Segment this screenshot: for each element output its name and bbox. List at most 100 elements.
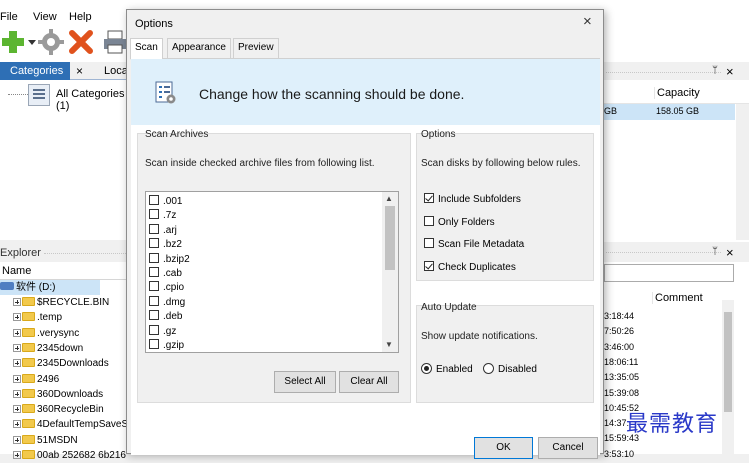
option-checkbox[interactable] xyxy=(424,238,434,248)
tree-folder[interactable]: 360RecycleBin xyxy=(13,402,104,417)
archive-label: .gz xyxy=(163,325,177,337)
scroll-down-icon[interactable]: ▼ xyxy=(385,340,393,349)
archive-item[interactable]: .gzip xyxy=(149,338,184,352)
archive-item[interactable]: .bzip2 xyxy=(149,252,190,266)
close-icon[interactable]: × xyxy=(76,64,83,78)
archive-item[interactable]: .cpio xyxy=(149,280,184,294)
tab-scan[interactable]: Scan xyxy=(130,38,163,60)
radio-disabled-circle[interactable] xyxy=(483,363,494,374)
tree-folder[interactable]: 2496 xyxy=(13,372,59,387)
tree-folder[interactable]: 2345Downloads xyxy=(13,356,109,371)
column-header[interactable]: Capacity xyxy=(604,84,749,104)
archive-checkbox[interactable] xyxy=(149,339,159,349)
archive-list-scrollbar[interactable]: ▲ ▼ xyxy=(382,192,398,352)
archive-item[interactable]: .bz2 xyxy=(149,237,182,251)
archive-checkbox[interactable] xyxy=(149,295,159,306)
options-title: Options xyxy=(421,129,456,140)
ok-button[interactable]: OK xyxy=(474,437,533,459)
column-capacity[interactable]: Capacity xyxy=(654,87,700,99)
folder-label: 2345down xyxy=(37,342,84,354)
option-checkbox-row[interactable]: Only Folders xyxy=(424,215,495,229)
pin-icon[interactable]: ᛘ xyxy=(712,246,718,257)
printer-icon[interactable] xyxy=(102,29,128,55)
scan-archives-description: Scan inside checked archive files from f… xyxy=(145,158,375,169)
radio-disabled[interactable]: Disabled xyxy=(483,361,537,375)
expand-icon[interactable] xyxy=(13,435,21,444)
tree-folder[interactable]: 2345down xyxy=(13,341,83,356)
close-icon[interactable]: × xyxy=(726,64,734,79)
chevron-down-icon[interactable] xyxy=(28,40,36,46)
radio-disabled-label: Disabled xyxy=(498,364,537,375)
add-icon[interactable] xyxy=(0,29,26,55)
tree-folder[interactable]: 51MSDN xyxy=(13,433,78,448)
option-checkbox[interactable] xyxy=(424,193,434,203)
column-name[interactable]: Name xyxy=(0,262,128,280)
option-checkbox-row[interactable]: Include Subfolders xyxy=(424,192,521,206)
radio-enabled[interactable]: Enabled xyxy=(421,361,473,375)
tab-locations[interactable]: Loca xyxy=(104,65,128,77)
archive-checkbox[interactable] xyxy=(149,209,159,220)
pin-icon[interactable]: ᛘ xyxy=(712,65,718,76)
option-checkbox-row[interactable]: Check Duplicates xyxy=(424,260,516,274)
scrollbar-thumb[interactable] xyxy=(385,206,395,270)
archive-item[interactable]: .arj xyxy=(149,223,177,237)
expand-icon[interactable] xyxy=(13,420,21,429)
option-label: Only Folders xyxy=(438,216,495,228)
tab-appearance[interactable]: Appearance xyxy=(167,38,231,58)
clear-all-button[interactable]: Clear All xyxy=(339,371,399,393)
scrollbar-thumb[interactable] xyxy=(724,312,732,412)
archive-checkbox[interactable] xyxy=(149,310,159,321)
time-cell: 3:46:00 xyxy=(604,341,635,352)
archive-checkbox[interactable] xyxy=(149,223,159,234)
tree-folder[interactable]: 4DefaultTempSaveSca xyxy=(13,417,139,432)
archive-checkbox[interactable] xyxy=(149,267,159,277)
table-row[interactable]: GB 158.05 GB xyxy=(604,104,735,120)
expand-icon[interactable] xyxy=(13,374,21,383)
archive-item[interactable]: .001 xyxy=(149,194,182,208)
archive-item[interactable]: .deb xyxy=(149,309,182,323)
expand-icon[interactable] xyxy=(13,389,21,398)
expand-icon[interactable] xyxy=(13,313,21,322)
archive-item[interactable]: .cab xyxy=(149,266,182,280)
column-comment[interactable]: Comment xyxy=(652,292,703,304)
tree-folder[interactable]: .verysync xyxy=(13,326,79,341)
tree-folder[interactable]: 360Downloads xyxy=(13,387,103,402)
tree-folder[interactable]: 00ab 252682 6b216 xyxy=(13,448,126,463)
archive-item[interactable]: .7z xyxy=(149,208,176,222)
cancel-button[interactable]: Cancel xyxy=(538,437,598,459)
scrollbar[interactable] xyxy=(736,104,749,240)
option-checkbox-row[interactable]: Scan File Metadata xyxy=(424,237,524,251)
close-icon[interactable]: × xyxy=(583,13,592,30)
archive-checkbox[interactable] xyxy=(149,195,159,205)
tab-preview[interactable]: Preview xyxy=(233,38,279,58)
tab-categories[interactable]: Categories xyxy=(0,62,70,80)
archive-checkbox[interactable] xyxy=(149,252,159,263)
expand-icon[interactable] xyxy=(13,328,21,337)
archive-item[interactable]: .gz xyxy=(149,324,176,338)
archive-checkbox[interactable] xyxy=(149,238,159,249)
expand-icon[interactable] xyxy=(13,359,21,368)
option-checkbox[interactable] xyxy=(424,260,434,271)
close-icon[interactable]: × xyxy=(726,245,734,260)
tree-drive[interactable]: 软件 (D:) xyxy=(0,280,100,295)
expand-icon[interactable] xyxy=(13,451,21,459)
select-all-button[interactable]: Select All xyxy=(274,371,336,393)
scrollbar[interactable] xyxy=(722,300,734,454)
expand-icon[interactable] xyxy=(13,405,21,414)
archive-item[interactable]: .dmg xyxy=(149,295,185,309)
gear-icon[interactable] xyxy=(38,29,64,55)
expand-icon[interactable] xyxy=(13,298,21,306)
category-root[interactable]: All Categories (1) xyxy=(56,88,128,112)
option-checkbox[interactable] xyxy=(424,215,434,226)
expand-icon[interactable] xyxy=(13,343,21,352)
archive-checkbox[interactable] xyxy=(149,281,159,292)
tree-folder[interactable]: .temp xyxy=(13,310,62,325)
filter-input[interactable] xyxy=(604,264,734,282)
scroll-up-icon[interactable]: ▲ xyxy=(385,194,393,203)
archive-list[interactable]: .001 .7z .arj .bz2 .bzip2 .cab .cpio .dmg .deb .g… xyxy=(145,191,399,353)
delete-icon[interactable] xyxy=(68,29,94,55)
option-label: Include Subfolders xyxy=(438,194,521,205)
radio-enabled-circle[interactable] xyxy=(421,363,432,374)
tree-folder[interactable]: $RECYCLE.BIN xyxy=(13,295,109,310)
archive-checkbox[interactable] xyxy=(149,324,159,335)
